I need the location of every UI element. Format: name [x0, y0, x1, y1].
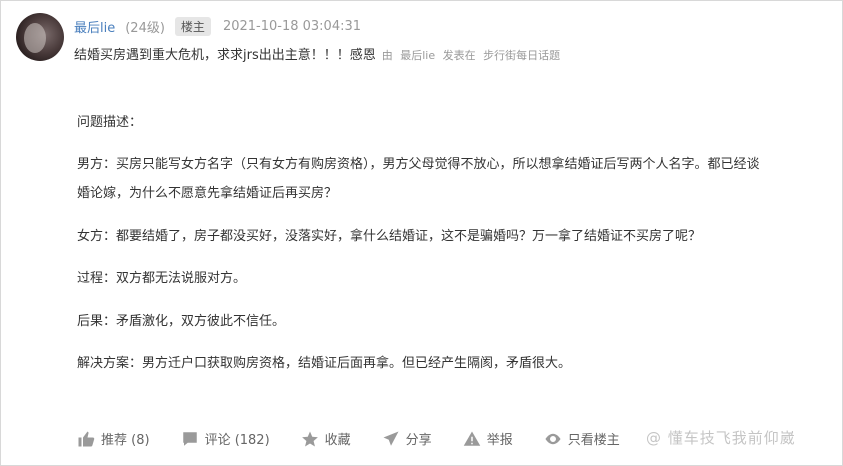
- star-icon: [301, 431, 318, 446]
- content-question-heading: 问题描述：: [77, 115, 143, 130]
- avatar-figure: [24, 23, 46, 53]
- content-male-line-1: 男方：买房只能写女方名字（只有女方有购房资格），男方父母觉得不放心，所以想拿结婚…: [77, 157, 760, 172]
- post-meta: 由 最后lie 发表在 步行街每日话题: [382, 47, 564, 63]
- watermark: @ 懂车技飞我前仰崴: [646, 429, 796, 447]
- favorite-label: 收藏: [324, 433, 351, 448]
- comment-icon: [182, 431, 197, 446]
- eye-icon: [545, 433, 561, 444]
- op-badge: 楼主: [174, 16, 211, 36]
- post-header: 最后lie (24级) 楼主 2021-10-18 03:04:31: [74, 16, 361, 36]
- content-process: 过程：双方都无法说服对方。: [77, 271, 247, 286]
- favorite-button[interactable]: 收藏: [301, 429, 351, 448]
- username-link[interactable]: 最后lie: [74, 17, 115, 36]
- content-male-line-2: 婚论嫁，为什么不愿意先拿结婚证后再买房？: [77, 186, 338, 201]
- content-female: 女方：都要结婚了，房子都没买好，没落实好，拿什么结婚证，这不是骗婚吗？万一拿了结…: [77, 229, 702, 244]
- title-row: 结婚买房遇到重大危机，求求jrs出出主意！！！感恩 由 最后lie 发表在 步行…: [74, 44, 564, 63]
- content-consequence: 后果：矛盾激化，双方彼此不信任。: [77, 314, 286, 329]
- report-icon: [463, 431, 480, 446]
- post-title: 结婚买房遇到重大危机，求求jrs出出主意！！！感恩: [74, 48, 376, 63]
- share-button[interactable]: 分享: [382, 429, 432, 448]
- meta-board-link[interactable]: 步行街每日话题: [483, 49, 560, 62]
- meta-by: 由: [381, 49, 393, 62]
- meta-user-link[interactable]: 最后lie: [400, 49, 435, 62]
- only-op-button[interactable]: 只看楼主: [544, 429, 620, 448]
- thumbs-up-icon: [78, 431, 95, 446]
- meta-posted: 发表在: [442, 49, 476, 62]
- user-level: (24级): [125, 20, 165, 36]
- only-op-label: 只看楼主: [567, 433, 620, 448]
- post-timestamp: 2021-10-18 03:04:31: [222, 18, 362, 34]
- recommend-button[interactable]: 推荐 (8): [77, 429, 150, 448]
- comment-label: 评论 (182): [204, 433, 270, 448]
- share-icon: [383, 431, 399, 446]
- recommend-label: 推荐 (8): [101, 433, 150, 448]
- content-solution: 解决方案：男方迁户口获取购房资格，结婚证后面再拿。但已经产生隔阂，矛盾很大。: [77, 356, 572, 371]
- share-label: 分享: [405, 433, 432, 448]
- avatar[interactable]: [16, 13, 64, 61]
- post-toolbar: 推荐 (8) 评论 (182) 收藏 分享 举报 只看楼主: [77, 429, 651, 448]
- comment-button[interactable]: 评论 (182): [181, 429, 270, 448]
- report-button[interactable]: 举报: [463, 429, 513, 448]
- report-label: 举报: [486, 433, 513, 448]
